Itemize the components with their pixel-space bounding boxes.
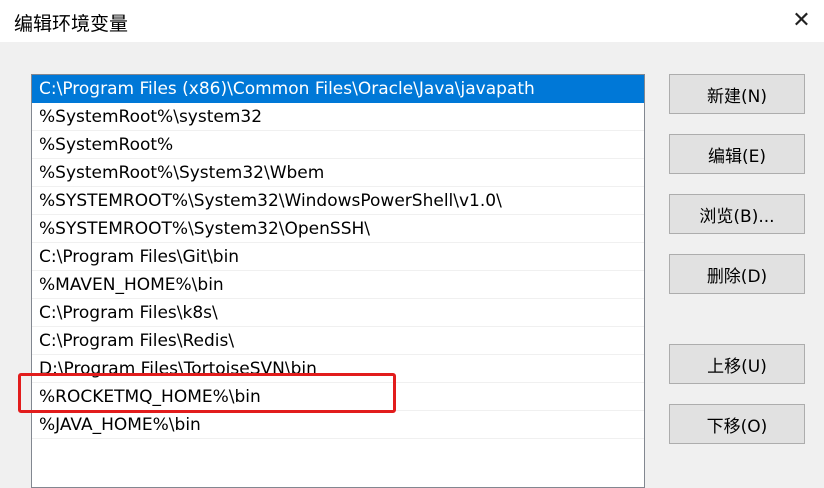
list-item[interactable]: %SYSTEMROOT%\System32\OpenSSH\ [32, 215, 644, 243]
list-item[interactable]: %SystemRoot%\system32 [32, 103, 644, 131]
list-item[interactable]: %JAVA_HOME%\bin [32, 411, 644, 439]
new-button[interactable]: 新建(N) [669, 74, 805, 114]
list-item[interactable]: C:\Program Files\k8s\ [32, 299, 644, 327]
list-item[interactable]: C:\Program Files\Redis\ [32, 327, 644, 355]
list-item[interactable]: %SystemRoot% [32, 131, 644, 159]
list-item[interactable]: %ROCKETMQ_HOME%\bin [32, 383, 644, 411]
window-title: 编辑环境变量 [14, 13, 129, 35]
browse-button[interactable]: 浏览(B)... [669, 194, 805, 234]
title-bar: 编辑环境变量 ✕ [0, 0, 824, 42]
list-item[interactable]: D:\Program Files\TortoiseSVN\bin [32, 355, 644, 383]
list-item[interactable]: %SystemRoot%\System32\Wbem [32, 159, 644, 187]
list-item[interactable]: C:\Program Files\Git\bin [32, 243, 644, 271]
delete-button[interactable]: 删除(D) [669, 254, 805, 294]
close-icon[interactable]: ✕ [779, 0, 824, 40]
move-up-button[interactable]: 上移(U) [669, 344, 805, 384]
list-item[interactable]: %SYSTEMROOT%\System32\WindowsPowerShell\… [32, 187, 644, 215]
list-item[interactable]: %MAVEN_HOME%\bin [32, 271, 644, 299]
edit-button[interactable]: 编辑(E) [669, 134, 805, 174]
list-item[interactable]: C:\Program Files (x86)\Common Files\Orac… [32, 75, 644, 103]
path-list[interactable]: C:\Program Files (x86)\Common Files\Orac… [31, 74, 645, 488]
move-down-button[interactable]: 下移(O) [669, 404, 805, 444]
